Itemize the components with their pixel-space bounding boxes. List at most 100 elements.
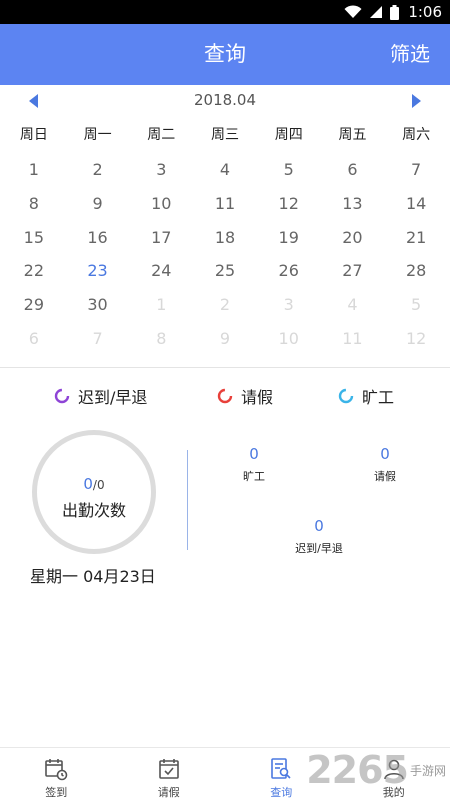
calendar-day[interactable]: 28: [384, 254, 448, 288]
calendar-day[interactable]: 4: [193, 153, 257, 187]
calendar-day[interactable]: 8: [2, 187, 66, 221]
total-count: /0: [92, 478, 105, 492]
late-early-swirl-icon: [54, 388, 70, 404]
calendar-day[interactable]: 17: [129, 221, 193, 255]
weekday-header: 周日 周一 周二 周三 周四 周五 周六: [2, 124, 448, 148]
calendar-day[interactable]: 2: [193, 288, 257, 322]
calendar-day[interactable]: 27: [321, 254, 385, 288]
stat-leave-value: 0: [380, 445, 390, 463]
legend: 迟到/早退 请假 旷工: [0, 383, 450, 409]
calendar-day[interactable]: 26: [257, 254, 321, 288]
calendar-day[interactable]: 8: [129, 322, 193, 356]
calendar-day-today[interactable]: 23: [66, 254, 130, 288]
calendar-day[interactable]: 14: [384, 187, 448, 221]
profile-icon: [381, 756, 407, 782]
weekday-label: 周二: [147, 127, 176, 143]
calendar-day[interactable]: 19: [257, 221, 321, 255]
attendance-label: 出勤次数: [61, 501, 126, 520]
tab-leave-label: 请假: [157, 786, 180, 799]
weekday-label: 周三: [211, 127, 240, 143]
tab-query-label: 查询: [270, 786, 293, 799]
status-time: 1:06: [408, 3, 442, 21]
section-divider: [0, 367, 450, 368]
weekday-label: 周一: [83, 127, 112, 143]
stat-absent: 0 旷工: [209, 445, 299, 484]
tab-profile-label: 我的: [382, 786, 405, 799]
stat-late-early-label: 迟到/早退: [295, 542, 343, 555]
calendar-day[interactable]: 12: [257, 187, 321, 221]
calendar-day[interactable]: 5: [257, 153, 321, 187]
legend-absent: 旷工: [338, 383, 394, 409]
stat-absent-value: 0: [249, 445, 259, 463]
attended-count: 0: [83, 475, 93, 493]
calendar-day[interactable]: 3: [257, 288, 321, 322]
stat-late-early-value: 0: [314, 517, 324, 535]
stat-leave-label: 请假: [374, 470, 396, 483]
calendar-day[interactable]: 1: [129, 288, 193, 322]
weekday-label: 周日: [19, 127, 48, 143]
calendar-day[interactable]: 30: [66, 288, 130, 322]
tab-query[interactable]: 查询: [225, 748, 338, 800]
weekday-label: 周四: [274, 127, 303, 143]
calendar-day[interactable]: 7: [66, 322, 130, 356]
calendar-day[interactable]: 4: [321, 288, 385, 322]
calendar-day[interactable]: 10: [129, 187, 193, 221]
calendar-day[interactable]: 3: [129, 153, 193, 187]
query-document-icon: [268, 756, 294, 782]
calendar-day[interactable]: 11: [321, 322, 385, 356]
attendance-ring: 0/0 出勤次数: [32, 430, 156, 554]
calendar-day[interactable]: 9: [66, 187, 130, 221]
calendar-grid: 1 2 3 4 5 6 7 8 9 10 11 12 13 14 15 16 17 18 19 20 21 22 23 24 2…: [2, 153, 448, 356]
calendar-day[interactable]: 24: [129, 254, 193, 288]
calendar-day[interactable]: 1: [2, 153, 66, 187]
tab-leave[interactable]: 请假: [113, 748, 226, 800]
tab-checkin-label: 签到: [45, 786, 68, 799]
stat-absent-label: 旷工: [243, 470, 265, 483]
calendar-day[interactable]: 15: [2, 221, 66, 255]
absent-swirl-icon: [338, 388, 354, 404]
signal-icon: [369, 5, 383, 19]
tab-checkin[interactable]: 签到: [0, 748, 113, 800]
legend-leave: 请假: [217, 383, 273, 409]
tab-profile[interactable]: 我的: [338, 748, 450, 800]
next-month-icon[interactable]: [412, 94, 421, 108]
calendar-day[interactable]: 10: [257, 322, 321, 356]
selected-date: 星期一 04月23日: [30, 567, 156, 586]
title-bar: 查询 筛选: [0, 24, 450, 85]
leave-calendar-icon: [156, 756, 182, 782]
calendar-day[interactable]: 16: [66, 221, 130, 255]
filter-button[interactable]: 筛选: [390, 24, 430, 85]
legend-late-early-label: 迟到/早退: [78, 388, 148, 407]
bottom-tab-bar: 签到 请假 查询 我的: [0, 747, 450, 800]
calendar-day[interactable]: 13: [321, 187, 385, 221]
status-bar: 1:06: [0, 0, 450, 24]
legend-late-early: 迟到/早退: [54, 383, 147, 409]
stat-leave: 0 请假: [340, 445, 430, 484]
calendar-day[interactable]: 5: [384, 288, 448, 322]
calendar-day[interactable]: 25: [193, 254, 257, 288]
calendar-day[interactable]: 11: [193, 187, 257, 221]
calendar-day[interactable]: 2: [66, 153, 130, 187]
calendar-day[interactable]: 29: [2, 288, 66, 322]
leave-swirl-icon: [217, 388, 233, 404]
calendar-day[interactable]: 18: [193, 221, 257, 255]
calendar-day[interactable]: 6: [2, 322, 66, 356]
month-navigation: 2018.04: [0, 88, 450, 116]
calendar-day[interactable]: 22: [2, 254, 66, 288]
weekday-label: 周五: [338, 127, 367, 143]
wifi-icon: [344, 5, 362, 19]
calendar-day[interactable]: 6: [321, 153, 385, 187]
vertical-separator: [187, 450, 188, 550]
calendar-day[interactable]: 9: [193, 322, 257, 356]
calendar-day[interactable]: 20: [321, 221, 385, 255]
page-title: 查询: [204, 42, 246, 66]
attendance-count: 0/0: [37, 475, 151, 493]
calendar-day[interactable]: 21: [384, 221, 448, 255]
legend-absent-label: 旷工: [362, 388, 395, 407]
calendar-day[interactable]: 12: [384, 322, 448, 356]
legend-leave-label: 请假: [241, 388, 274, 407]
battery-icon: [390, 4, 400, 20]
calendar-day[interactable]: 7: [384, 153, 448, 187]
stat-late-early: 0 迟到/早退: [274, 517, 364, 556]
weekday-label: 周六: [402, 127, 431, 143]
